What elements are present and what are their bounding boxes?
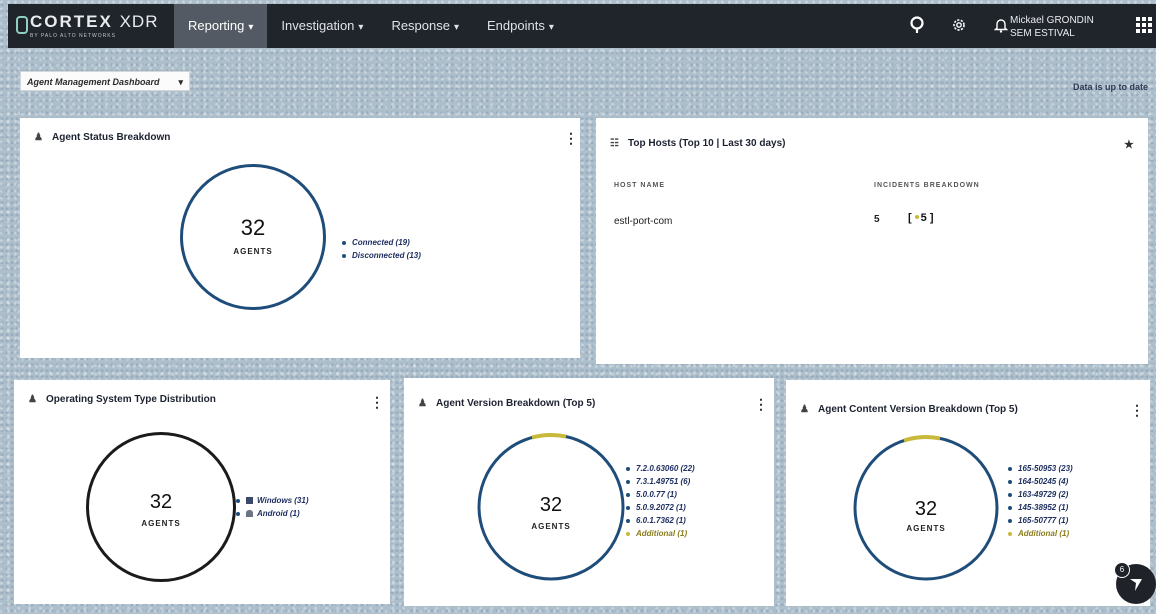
android-icon xyxy=(246,510,253,517)
widget-title: Operating System Type Distribution xyxy=(46,394,216,405)
legend-item[interactable]: 7.3.1.49751 (6) xyxy=(626,477,695,486)
more-options-icon[interactable]: ⋮ xyxy=(1130,402,1144,419)
user-name: Mickael GRONDIN xyxy=(1010,15,1094,26)
legend-item[interactable]: Windows (31) xyxy=(236,496,308,505)
donut-total-label: AGENTS xyxy=(906,524,946,533)
chevron-down-icon: ▾ xyxy=(453,22,460,33)
legend-item[interactable]: 163-49729 (2) xyxy=(1008,490,1073,499)
incident-count-cell: 5 xyxy=(874,214,880,225)
main-nav: Reporting ▾ Investigation ▾ Response ▾ Endp… xyxy=(174,4,568,48)
legend-item[interactable]: Android (1) xyxy=(236,509,308,518)
legend-item-additional[interactable]: Additional (1) xyxy=(626,529,695,538)
chevron-down-icon: ▾ xyxy=(358,22,364,33)
legend-item[interactable]: 7.2.0.63060 (22) xyxy=(626,464,695,473)
user-menu[interactable]: Mickael GRONDIN SEM ESTIVAL xyxy=(1010,14,1094,40)
widget-title: Agent Version Breakdown (Top 5) xyxy=(436,398,596,409)
top-icons xyxy=(906,14,1012,36)
nav-investigation[interactable]: Investigation ▾ xyxy=(267,4,377,48)
agent-version-widget: ♟ Agent Version Breakdown (Top 5) ⋮ 32 AG… xyxy=(404,378,774,606)
nav-endpoints[interactable]: Endpoints ▾ xyxy=(473,4,568,48)
os-legend: Windows (31) Android (1) xyxy=(236,496,308,522)
chevron-down-icon: ▾ xyxy=(248,22,254,33)
donut-total: 32 xyxy=(149,491,173,513)
agent-status-donut[interactable]: 32 AGENTS xyxy=(180,164,326,310)
cortex-xdr-logo[interactable]: CORTEX XDR BY PALO ALTO NETWORKS xyxy=(16,12,159,39)
column-header-host[interactable]: HOST NAME xyxy=(614,182,665,189)
agent-icon: ♟ xyxy=(418,398,427,409)
chevron-down-icon: ▾ xyxy=(178,77,183,87)
agent-icon: ♟ xyxy=(800,404,809,415)
host-name-cell[interactable]: estl-port-com xyxy=(614,216,672,227)
legend-item[interactable]: 164-50245 (4) xyxy=(1008,477,1073,486)
content-version-legend: 165-50953 (23) 164-50245 (4) 163-49729 (… xyxy=(1008,464,1073,542)
logo-text: CORTEX xyxy=(30,12,113,31)
pin-icon[interactable]: ★ xyxy=(1124,138,1134,151)
data-status-text: Data is up to date xyxy=(1072,82,1148,92)
cortex-logo-mark-icon xyxy=(16,16,28,34)
donut-total-label: AGENTS xyxy=(141,519,181,528)
donut-total: 32 xyxy=(539,494,563,516)
apps-grid-icon[interactable] xyxy=(1136,17,1152,33)
notification-count-badge: 6 xyxy=(1114,562,1130,578)
agent-icon: ♟ xyxy=(34,132,43,143)
user-org: SEM ESTIVAL xyxy=(1010,28,1075,39)
widget-title: Agent Status Breakdown xyxy=(52,132,171,143)
host-grid-icon: ☷ xyxy=(610,138,619,149)
legend-item[interactable]: 6.0.1.7362 (1) xyxy=(626,516,695,525)
legend-item[interactable]: 165-50953 (23) xyxy=(1008,464,1073,473)
legend-item[interactable]: 145-38952 (1) xyxy=(1008,503,1073,512)
more-options-icon[interactable]: ⋮ xyxy=(370,394,384,411)
legend-item[interactable]: Connected (19) xyxy=(342,238,421,247)
dashboard-selector[interactable]: Agent Management Dashboard ▾ xyxy=(20,71,190,91)
gear-icon[interactable] xyxy=(948,14,970,36)
top-hosts-widget: ☷ Top Hosts (Top 10 | Last 30 days) ★ HOS… xyxy=(596,118,1148,364)
more-options-icon[interactable]: ⋮ xyxy=(754,396,768,413)
incident-breakdown-pill[interactable]: [5 ] xyxy=(908,212,934,224)
agent-status-widget: ♟ Agent Status Breakdown ⋮ 32 AGENTS Conn… xyxy=(20,118,580,358)
bell-icon[interactable] xyxy=(990,14,1012,36)
legend-item[interactable]: Disconnected (13) xyxy=(342,251,421,260)
legend-item[interactable]: 5.0.0.77 (1) xyxy=(626,490,695,499)
widget-title: Top Hosts (Top 10 | Last 30 days) xyxy=(628,138,786,149)
widget-title: Agent Content Version Breakdown (Top 5) xyxy=(818,404,1018,415)
column-header-incidents[interactable]: INCIDENTS BREAKDOWN xyxy=(874,182,980,189)
more-options-icon[interactable]: ⋮ xyxy=(564,130,578,147)
nav-reporting[interactable]: Reporting ▾ xyxy=(174,4,268,48)
legend-item[interactable]: 165-50777 (1) xyxy=(1008,516,1073,525)
search-icon[interactable] xyxy=(906,14,928,36)
donut-total: 32 xyxy=(914,498,938,520)
agent-status-legend: Connected (19) Disconnected (13) xyxy=(342,238,421,264)
donut-total-label: AGENTS xyxy=(233,247,273,256)
dashboard-selected-label: Agent Management Dashboard xyxy=(27,77,160,87)
nav-response[interactable]: Response ▾ xyxy=(377,4,473,48)
os-distribution-widget: ♟ Operating System Type Distribution ⋮ 32… xyxy=(14,380,390,604)
severity-dot xyxy=(914,215,919,220)
donut-total: 32 xyxy=(240,215,266,240)
os-donut[interactable]: 32 AGENTS xyxy=(86,432,236,582)
top-navigation-bar: CORTEX XDR BY PALO ALTO NETWORKS Reporti… xyxy=(8,4,1156,48)
logo-subtitle: BY PALO ALTO NETWORKS xyxy=(30,33,116,39)
donut-total-label: AGENTS xyxy=(531,522,571,531)
agent-icon: ♟ xyxy=(28,394,37,405)
windows-icon xyxy=(246,497,253,504)
chevron-down-icon: ▾ xyxy=(548,22,554,33)
legend-item-additional[interactable]: Additional (1) xyxy=(1008,529,1073,538)
content-version-widget: ♟ Agent Content Version Breakdown (Top 5)… xyxy=(786,380,1150,606)
logo-xdr-text: XDR xyxy=(119,12,159,31)
agent-version-legend: 7.2.0.63060 (22) 7.3.1.49751 (6) 5.0.0.7… xyxy=(626,464,695,542)
legend-item[interactable]: 5.0.9.2072 (1) xyxy=(626,503,695,512)
